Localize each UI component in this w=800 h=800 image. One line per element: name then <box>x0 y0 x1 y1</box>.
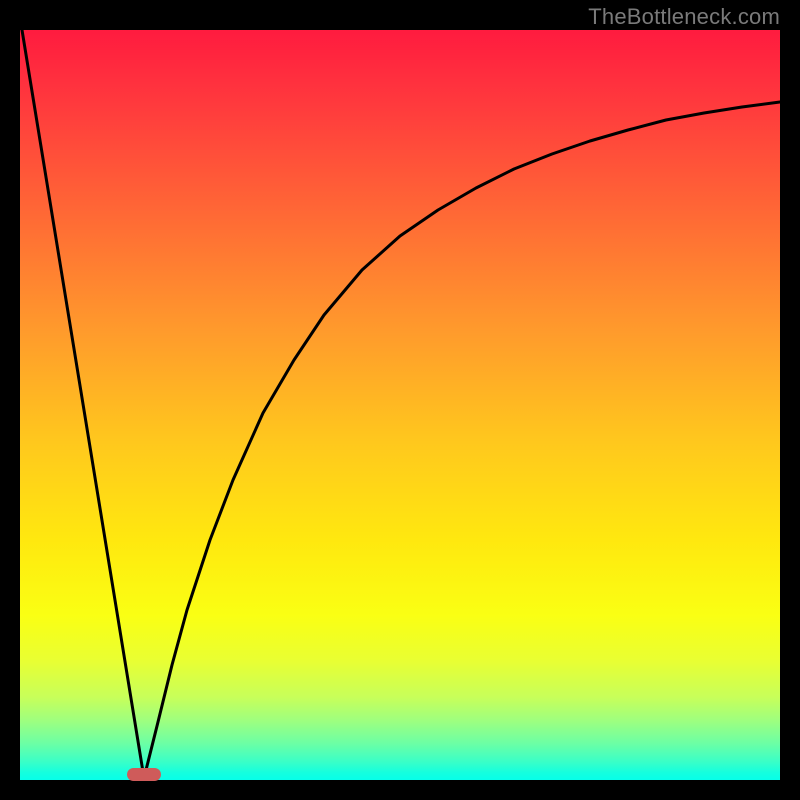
bottleneck-marker <box>127 768 161 781</box>
chart-frame: TheBottleneck.com <box>0 0 800 800</box>
curve-path <box>22 30 780 778</box>
curve-layer <box>20 30 780 780</box>
watermark-text: TheBottleneck.com <box>588 4 780 30</box>
plot-area <box>20 30 780 780</box>
